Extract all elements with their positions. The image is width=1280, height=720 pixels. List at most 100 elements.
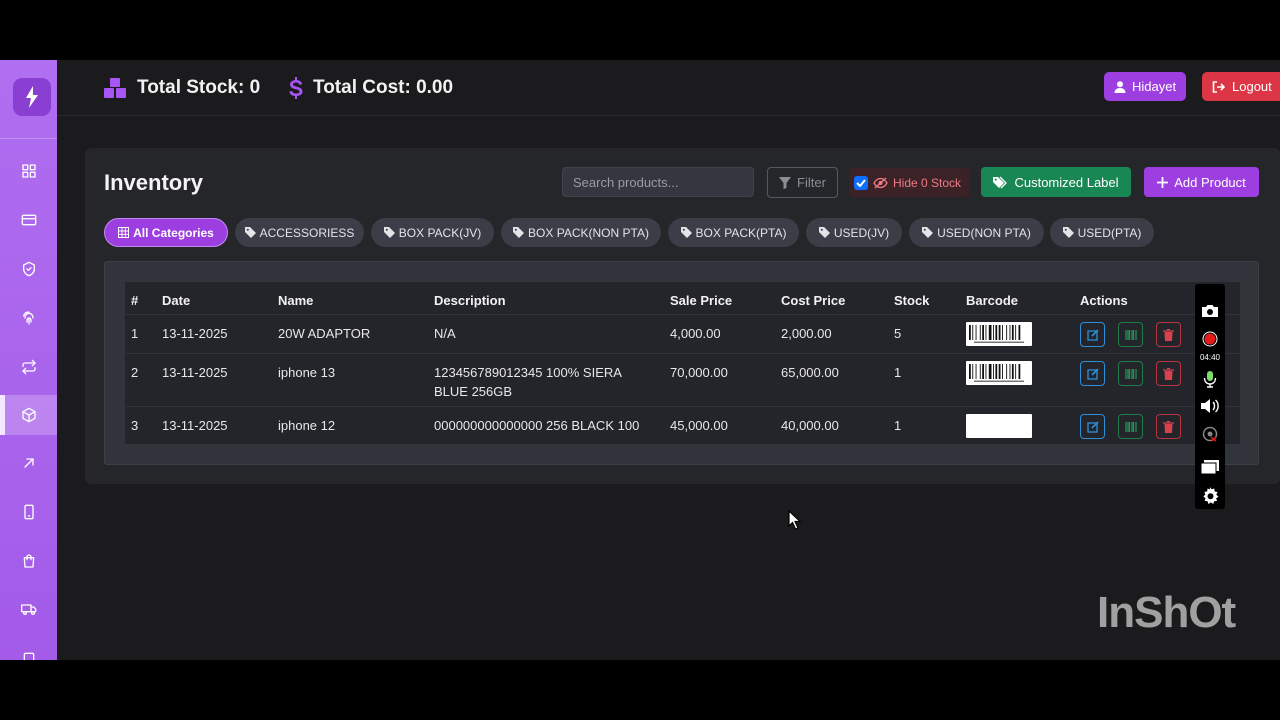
boxes-icon <box>104 78 126 98</box>
edit-button[interactable] <box>1080 361 1105 386</box>
barcode-icon <box>1124 329 1137 340</box>
mobile-icon <box>23 504 34 520</box>
logout-icon <box>1212 80 1226 93</box>
hide-zero-stock-toggle[interactable]: Hide 0 Stock <box>849 168 970 197</box>
camera-icon[interactable] <box>1195 304 1225 318</box>
delete-button[interactable] <box>1156 361 1181 386</box>
screen-icon[interactable] <box>1195 459 1225 475</box>
sidebar-item-page[interactable] <box>0 638 57 660</box>
transfer-icon <box>21 359 36 375</box>
table-row[interactable]: 2 13-11-2025 iphone 13 123456789012345 1… <box>125 353 1240 406</box>
table-row[interactable]: 3 13-11-2025 iphone 12 000000000000000 2… <box>125 406 1240 444</box>
print-barcode-button[interactable] <box>1118 322 1143 347</box>
video-watermark: InShOt <box>1097 588 1236 637</box>
logout-label: Logout <box>1232 79 1272 94</box>
total-stock-stat: Total Stock: 0 <box>103 74 260 102</box>
sidebar-item-transfer[interactable] <box>0 347 57 387</box>
sidebar-item-cards[interactable] <box>0 200 57 240</box>
row-name: 20W ADAPTOR <box>278 326 371 341</box>
total-cost-stat: Total Cost: 0.00 <box>289 74 453 102</box>
delete-button[interactable] <box>1156 414 1181 439</box>
row-description: 123456789012345 100% SIERA <box>434 365 622 380</box>
category-chip-accessoriess[interactable]: ACCESSORIESS <box>235 218 364 247</box>
edit-button[interactable] <box>1080 414 1105 439</box>
edit-icon <box>1086 328 1099 341</box>
user-name: Hidayet <box>1132 79 1177 94</box>
category-chip-used-pta[interactable]: USED(PTA) <box>1050 218 1154 247</box>
print-barcode-button[interactable] <box>1118 414 1143 439</box>
checkmark-icon <box>856 178 866 187</box>
logo-icon <box>26 86 38 108</box>
products-table: # Date Name Description Sale Price Cost … <box>125 282 1240 444</box>
category-chip-used-jv[interactable]: USED(JV) <box>806 218 902 247</box>
category-chip-box-pack-jv[interactable]: BOX PACK(JV) <box>371 218 494 247</box>
row-stock: 1 <box>894 418 902 433</box>
customized-label-button[interactable]: Customized Label <box>981 167 1131 197</box>
table-icon <box>118 227 130 238</box>
row-description: N/A <box>434 326 456 341</box>
barcode-image-empty <box>966 414 1032 438</box>
webcam-icon[interactable] <box>1195 426 1225 442</box>
shopping-bag-icon <box>23 554 34 568</box>
page-icon <box>23 652 34 660</box>
tag-icon <box>383 227 395 238</box>
category-chip-label: USED(NON PTA) <box>937 225 1031 240</box>
sidebar-item-delivery[interactable] <box>0 589 57 629</box>
column-header: Barcode <box>966 293 1019 308</box>
row-name: iphone 13 <box>278 365 336 380</box>
plus-icon <box>1157 176 1169 188</box>
trash-icon <box>1163 367 1174 380</box>
sidebar-item-outgoing[interactable] <box>0 443 57 483</box>
sidebar-item-dashboard[interactable] <box>0 151 57 191</box>
app-logo[interactable] <box>13 78 51 116</box>
logout-button[interactable]: Logout <box>1202 72 1280 101</box>
column-header: Description <box>434 293 506 308</box>
category-chip-box-pack-non-pta[interactable]: BOX PACK(NON PTA) <box>501 218 661 247</box>
row-cost-price: 40,000.00 <box>781 418 839 433</box>
table-row[interactable]: 1 13-11-2025 20W ADAPTOR N/A 4,000.00 2,… <box>125 314 1240 353</box>
tag-icon <box>922 227 934 238</box>
row-date: 13-11-2025 <box>162 418 228 433</box>
credit-card-icon <box>21 214 36 226</box>
column-header: Sale Price <box>670 293 733 308</box>
row-name: iphone 12 <box>278 418 336 433</box>
category-chip-all[interactable]: All Categories <box>104 218 228 247</box>
filter-button[interactable]: Filter <box>767 167 838 198</box>
sidebar-item-security[interactable] <box>0 249 57 289</box>
user-button[interactable]: Hidayet <box>1104 72 1187 101</box>
microphone-icon[interactable] <box>1195 370 1225 388</box>
settings-icon[interactable] <box>1195 487 1225 505</box>
recording-timer: 04:40 <box>1199 353 1221 362</box>
edit-button[interactable] <box>1080 322 1105 347</box>
sidebar-item-mobile[interactable] <box>0 492 57 532</box>
category-chip-used-non-pta[interactable]: USED(NON PTA) <box>909 218 1044 247</box>
tag-icon <box>244 227 256 238</box>
shield-icon <box>22 261 35 277</box>
sidebar-item-shop[interactable] <box>0 541 57 581</box>
row-sale-price: 70,000.00 <box>670 365 728 380</box>
tag-icon <box>818 227 830 238</box>
sidebar-divider <box>0 138 57 139</box>
search-input[interactable] <box>562 167 754 197</box>
row-number: 3 <box>131 418 139 433</box>
customized-label-text: Customized Label <box>1014 174 1119 190</box>
table-header: # Date Name Description Sale Price Cost … <box>125 282 1240 314</box>
category-chip-label: BOX PACK(PTA) <box>695 225 787 240</box>
record-icon[interactable] <box>1195 331 1225 347</box>
user-icon <box>1114 80 1126 93</box>
row-date: 13-11-2025 <box>162 326 228 341</box>
category-chip-label: ACCESSORIESS <box>259 225 355 240</box>
category-chip-box-pack-pta[interactable]: BOX PACK(PTA) <box>668 218 799 247</box>
add-product-button[interactable]: Add Product <box>1144 167 1259 197</box>
sidebar-item-inventory[interactable] <box>0 395 57 435</box>
fingerprint-icon <box>22 311 34 325</box>
tag-icon <box>680 227 692 238</box>
hide-zero-checkbox[interactable] <box>854 175 868 190</box>
add-product-label: Add Product <box>1174 174 1246 190</box>
delete-button[interactable] <box>1156 322 1181 347</box>
sidebar-item-fingerprint[interactable] <box>0 298 57 338</box>
speaker-icon[interactable] <box>1195 398 1225 414</box>
tag-icon <box>513 227 525 238</box>
print-barcode-button[interactable] <box>1118 361 1143 386</box>
column-header: Date <box>162 293 191 308</box>
